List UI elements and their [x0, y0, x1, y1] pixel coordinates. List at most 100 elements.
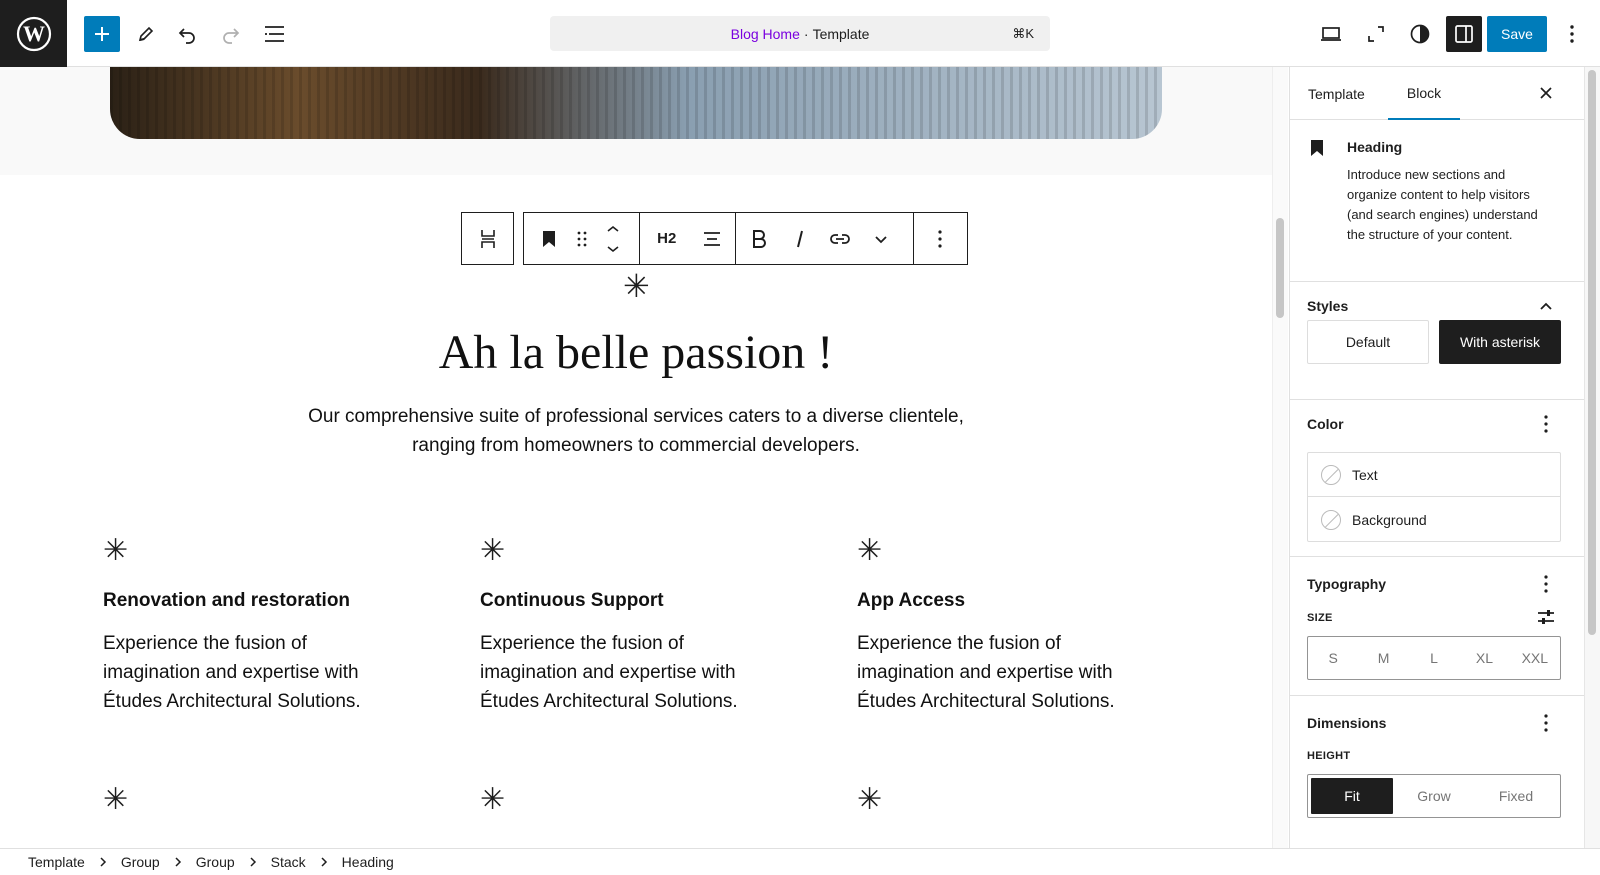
feature-title[interactable]: Renovation and restoration [103, 590, 350, 612]
undo-icon[interactable] [169, 16, 205, 52]
command-palette-bar[interactable]: Blog Home · Template ⌘K [550, 16, 1050, 51]
style-with-asterisk-button[interactable]: With asterisk [1439, 320, 1561, 364]
template-context: Template [812, 25, 870, 42]
styles-panel: Styles Default With asterisk [1290, 282, 1584, 400]
style-default-button[interactable]: Default [1307, 320, 1429, 364]
font-size-m[interactable]: M [1358, 637, 1408, 679]
typography-panel: Typography SIZE S M L XL XXL [1290, 557, 1584, 696]
canvas-scrollbar[interactable] [1272, 67, 1288, 848]
tab-block[interactable]: Block [1388, 67, 1460, 120]
feature-description[interactable]: Experience the fusion of imagination and… [480, 629, 780, 716]
feature-asterisk-icon: ✳ [103, 533, 129, 568]
feature-asterisk-icon: ✳ [480, 782, 506, 817]
font-size-s[interactable]: S [1308, 637, 1358, 679]
block-toolbar: H2 [523, 212, 968, 265]
feature-asterisk-icon: ✳ [857, 533, 883, 568]
settings-sidebar-toggle-icon[interactable] [1446, 16, 1482, 52]
feature-title[interactable]: App Access [857, 590, 965, 612]
sidebar-scrollbar-thumb[interactable] [1588, 70, 1596, 635]
styles-panel-title[interactable]: Styles [1307, 298, 1348, 314]
breadcrumb-item[interactable]: Group [196, 854, 235, 870]
breadcrumb-item[interactable]: Template [28, 854, 85, 870]
block-card-title: Heading [1347, 139, 1403, 155]
chevron-right-icon [99, 856, 107, 868]
font-size-l[interactable]: L [1409, 637, 1459, 679]
height-fixed-option[interactable]: Fixed [1475, 778, 1557, 814]
block-options-icon[interactable] [913, 213, 966, 264]
typography-panel-title: Typography [1307, 576, 1387, 592]
color-panel: Color Text Background [1290, 400, 1584, 557]
canvas-scrollbar-thumb[interactable] [1276, 218, 1284, 318]
text-color-item[interactable]: Text [1308, 453, 1560, 497]
drag-handle-icon[interactable] [566, 213, 598, 264]
settings-sidebar: Template Block Heading Introduce new sec… [1289, 67, 1584, 848]
height-mode-picker: Fit Grow Fixed [1307, 774, 1561, 818]
feature-description[interactable]: Experience the fusion of imagination and… [103, 629, 403, 716]
top-toolbar: W Blog Home · Template ⌘K Save [0, 0, 1600, 67]
tools-pencil-icon[interactable] [128, 16, 164, 52]
hero-heading[interactable]: Ah la belle passion ! [0, 325, 1272, 380]
fullscreen-icon[interactable] [1358, 16, 1394, 52]
height-grow-option[interactable]: Grow [1393, 778, 1475, 814]
heading-level-button[interactable]: H2 [640, 213, 693, 264]
svg-text:W: W [23, 21, 45, 46]
close-icon[interactable] [1534, 81, 1558, 105]
font-size-picker: S M L XL XXL [1307, 636, 1561, 680]
empty-color-swatch-icon [1321, 464, 1341, 485]
color-options-icon[interactable] [1534, 412, 1558, 436]
stack-block-icon[interactable] [462, 213, 513, 264]
add-block-button[interactable] [84, 16, 120, 52]
breadcrumb: Template Group Group Stack Heading [0, 848, 1600, 875]
heading-bookmark-icon [1310, 139, 1324, 162]
chevron-right-icon [249, 856, 257, 868]
chevron-up-icon[interactable] [1534, 294, 1558, 318]
feature-asterisk-icon: ✳ [857, 782, 883, 817]
wordpress-logo-icon[interactable]: W [0, 0, 67, 67]
editor-canvas[interactable]: H2 ✳ Ah la belle passion ! Our comprehen… [0, 67, 1272, 848]
link-icon[interactable] [819, 213, 861, 264]
desktop-preview-icon[interactable] [1313, 16, 1349, 52]
redo-icon[interactable] [213, 16, 249, 52]
custom-size-settings-icon[interactable] [1536, 608, 1556, 631]
bold-icon[interactable] [736, 213, 782, 264]
feature-asterisk-icon: ✳ [480, 533, 506, 568]
breadcrumb-item[interactable]: Group [121, 854, 160, 870]
heading-bookmark-icon[interactable] [532, 213, 566, 264]
feature-asterisk-icon: ✳ [103, 782, 129, 817]
heading-asterisk-icon: ✳ [623, 267, 650, 305]
title-separator: · [803, 25, 809, 42]
align-text-icon[interactable] [694, 213, 732, 264]
feature-title[interactable]: Continuous Support [480, 590, 664, 612]
tab-template[interactable]: Template [1308, 67, 1378, 120]
more-formatting-chevron-icon[interactable] [861, 213, 901, 264]
parent-block-selector[interactable] [461, 212, 514, 265]
background-color-item[interactable]: Background [1308, 498, 1560, 542]
command-shortcut: ⌘K [1012, 25, 1034, 41]
breadcrumb-item[interactable]: Heading [342, 854, 394, 870]
empty-color-swatch-icon [1321, 510, 1341, 530]
save-button[interactable]: Save [1487, 16, 1547, 52]
move-up-down-icon[interactable] [597, 213, 629, 264]
template-link[interactable]: Blog Home [731, 26, 800, 42]
size-label: SIZE [1307, 612, 1333, 624]
color-settings-list: Text Background [1307, 452, 1561, 542]
block-card: Heading Introduce new sections and organ… [1290, 120, 1584, 282]
height-fit-option[interactable]: Fit [1311, 778, 1393, 814]
feature-description[interactable]: Experience the fusion of imagination and… [857, 629, 1157, 716]
breadcrumb-item[interactable]: Stack [271, 854, 306, 870]
options-menu-icon[interactable] [1560, 16, 1584, 52]
styles-contrast-icon[interactable] [1402, 16, 1438, 52]
color-panel-title: Color [1307, 416, 1344, 432]
block-card-description: Introduce new sections and organize cont… [1347, 167, 1538, 242]
dimensions-panel-title: Dimensions [1307, 715, 1387, 731]
dimensions-options-icon[interactable] [1534, 711, 1558, 735]
font-size-xl[interactable]: XL [1459, 637, 1509, 679]
hero-description[interactable]: Our comprehensive suite of professional … [286, 402, 986, 460]
text-color-label: Text [1352, 466, 1378, 483]
document-overview-icon[interactable] [257, 16, 293, 52]
italic-icon[interactable] [782, 213, 820, 264]
font-size-xxl[interactable]: XXL [1510, 637, 1560, 679]
dimensions-panel: Dimensions HEIGHT Fit Grow Fixed [1290, 696, 1584, 848]
height-label: HEIGHT [1307, 750, 1351, 762]
typography-options-icon[interactable] [1534, 572, 1558, 596]
